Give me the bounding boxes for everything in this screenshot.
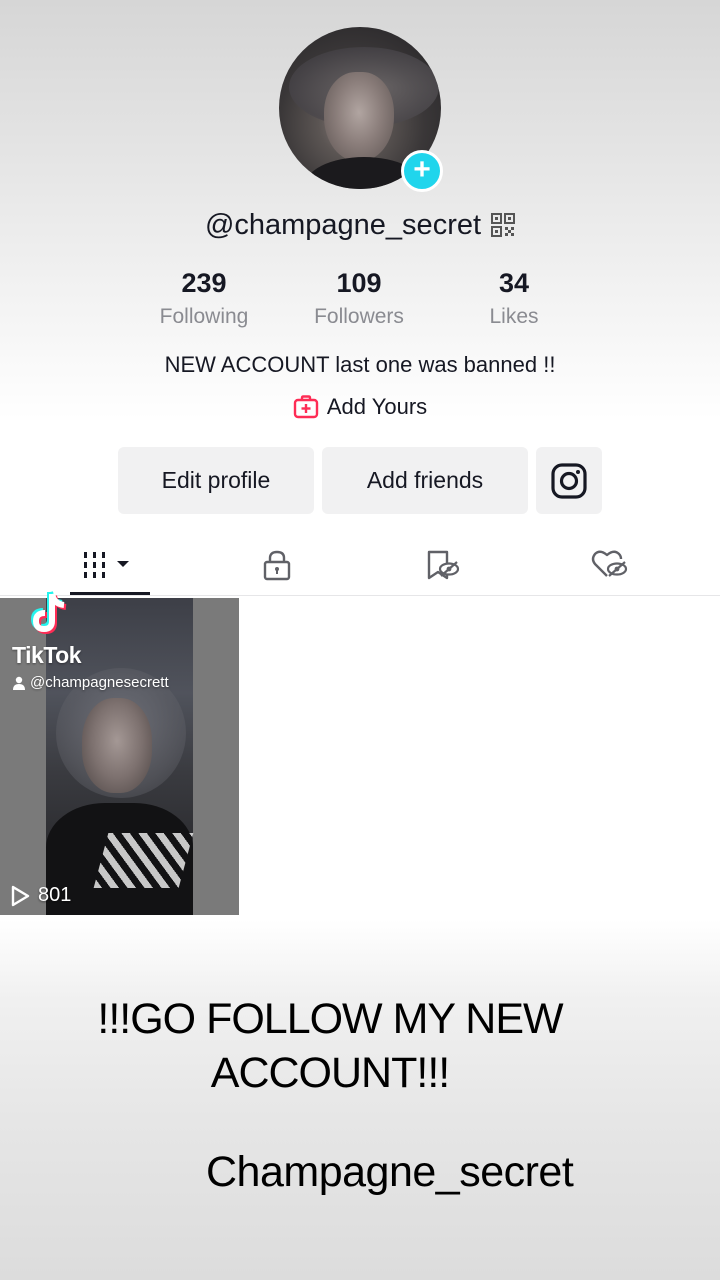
video-shirt-pattern: [93, 833, 194, 888]
tab-private[interactable]: [212, 540, 342, 590]
stat-label: Following: [159, 305, 249, 328]
stat-likes[interactable]: 34 Likes: [434, 268, 594, 329]
stat-value: 34: [498, 268, 530, 298]
view-count: 801: [10, 884, 71, 907]
lock-icon: [263, 550, 291, 581]
stat-followers[interactable]: 109 Followers: [279, 268, 439, 329]
tiktok-watermark: TikTok: [12, 642, 82, 668]
profile-bio: NEW ACCOUNT last one was banned !!: [164, 352, 556, 377]
play-icon: [11, 885, 30, 906]
tiktok-logo-icon: [30, 591, 67, 635]
stat-value: 109: [336, 268, 382, 298]
avatar-face: [324, 72, 394, 162]
add-yours-link[interactable]: Add Yours: [0, 392, 720, 422]
chevron-down-icon: [117, 561, 129, 567]
add-yours-label: Add Yours: [326, 394, 428, 419]
watermark-handle: @champagnesecrett: [12, 674, 169, 691]
stat-value: 239: [181, 268, 227, 298]
add-friends-button[interactable]: Add friends: [322, 447, 528, 514]
bookmark-hidden-icon: [427, 550, 460, 580]
tab-saved[interactable]: [378, 540, 508, 590]
instagram-icon: [551, 462, 587, 499]
heart-hidden-icon: [591, 550, 628, 577]
view-count-value: 801: [38, 884, 72, 906]
tab-liked[interactable]: [545, 540, 675, 590]
tab-videos[interactable]: [45, 540, 175, 590]
tab-divider: [0, 595, 720, 596]
instagram-button[interactable]: [536, 447, 602, 514]
username-row: @champagne_secret: [0, 205, 720, 245]
grid-icon: [84, 552, 129, 578]
watermark-handle-text: @champagnesecrett: [30, 674, 169, 691]
stat-label: Followers: [314, 305, 404, 328]
add-avatar-button[interactable]: +: [401, 150, 443, 192]
add-yours-icon: [293, 395, 319, 419]
stat-following[interactable]: 239 Following: [124, 268, 284, 329]
overlay-text-handle: Champagne_secret: [206, 1148, 574, 1196]
edit-profile-button[interactable]: Edit profile: [118, 447, 314, 514]
plus-icon: +: [413, 153, 431, 186]
person-icon: [13, 676, 25, 690]
stat-label: Likes: [489, 305, 539, 328]
username: @champagne_secret: [204, 208, 482, 241]
video-face: [82, 698, 152, 793]
overlay-text-follow: !!!GO FOLLOW MY NEW ACCOUNT!!!: [97, 995, 563, 1097]
qr-code-icon[interactable]: [491, 213, 516, 237]
